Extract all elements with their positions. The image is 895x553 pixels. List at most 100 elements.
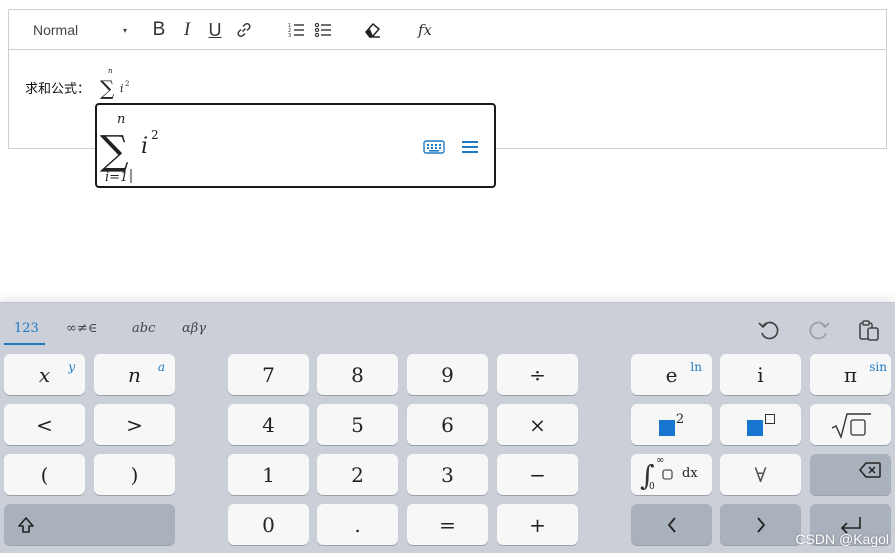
key-power[interactable] — [720, 404, 801, 445]
key-8-label: 8 — [351, 362, 364, 387]
key-forall-label: ∀ — [754, 462, 767, 487]
key-backspace[interactable] — [810, 454, 891, 495]
key-divide-label: ÷ — [529, 362, 546, 387]
sqrt-icon — [831, 412, 871, 439]
sum-lower-limit: i=1 — [105, 170, 128, 185]
sum-icon: ∑ — [100, 128, 129, 174]
formula-icon: fx — [417, 21, 432, 39]
key-2-label: 2 — [351, 462, 364, 487]
undo-icon[interactable] — [757, 318, 781, 342]
key-2[interactable]: 2 — [317, 454, 398, 495]
key-5-label: 5 — [351, 412, 364, 437]
key-6[interactable]: 6 — [407, 404, 488, 445]
tab-alphabetic[interactable]: abc — [132, 321, 155, 336]
key-0-label: 0 — [262, 512, 275, 537]
key-move-right[interactable] — [720, 504, 801, 545]
key-multiply[interactable]: × — [497, 404, 578, 445]
integral-lower-label: 0 — [649, 482, 655, 492]
integral-upper-label: ∞ — [656, 455, 665, 466]
tab-greek[interactable]: αβγ — [182, 321, 206, 336]
key-greater-than-label: > — [126, 412, 143, 437]
key-9[interactable]: 9 — [407, 354, 488, 395]
key-pi[interactable]: π sin — [810, 354, 891, 395]
key-imaginary-i-label: i — [757, 362, 764, 387]
tab-numeric[interactable]: 123 — [14, 321, 39, 336]
watermark: CSDN @Kagol — [795, 531, 889, 547]
key-plus-label: + — [529, 512, 546, 537]
keyboard-tabs: 123 ∞≠∈ abc αβγ — [0, 303, 895, 349]
key-x[interactable]: x y — [4, 354, 85, 395]
key-7[interactable]: 7 — [228, 354, 309, 395]
key-5[interactable]: 5 — [317, 404, 398, 445]
key-pi-shift-label: sin — [869, 360, 887, 374]
key-shift[interactable] — [4, 504, 175, 545]
italic-icon: I — [183, 19, 191, 40]
key-1[interactable]: 1 — [228, 454, 309, 495]
key-9-label: 9 — [441, 362, 454, 387]
key-multiply-label: × — [529, 412, 546, 437]
key-4[interactable]: 4 — [228, 404, 309, 445]
virtual-keyboard-toggle-icon[interactable] — [423, 139, 445, 155]
key-integral[interactable]: ∫ ∞ 0 dx — [631, 454, 712, 495]
key-3[interactable]: 3 — [407, 454, 488, 495]
key-divide[interactable]: ÷ — [497, 354, 578, 395]
redo-icon[interactable] — [807, 318, 831, 342]
key-pi-label: π — [843, 362, 858, 387]
key-sqrt[interactable] — [810, 404, 891, 445]
clipboard-icon[interactable] — [857, 318, 881, 342]
tab-symbols[interactable]: ∞≠∈ — [66, 321, 97, 336]
underline-icon: U — [208, 19, 222, 40]
link-icon — [237, 22, 251, 38]
key-equals-label: = — [439, 512, 456, 537]
key-x-shift-label: y — [68, 360, 75, 374]
key-equals[interactable]: = — [407, 504, 488, 545]
key-minus-label: − — [529, 462, 546, 487]
key-decimal[interactable]: . — [317, 504, 398, 545]
bullet-list-button[interactable] — [312, 19, 334, 41]
inline-sum-exp: 2 — [125, 80, 129, 88]
key-plus[interactable]: + — [497, 504, 578, 545]
arrow-left-icon — [667, 516, 676, 533]
exponent-box-icon — [764, 413, 775, 424]
italic-button[interactable]: I — [177, 19, 197, 41]
key-forall[interactable]: ∀ — [720, 454, 801, 495]
key-left-paren[interactable]: ( — [4, 454, 85, 495]
arrow-right-icon — [756, 516, 765, 533]
key-right-paren[interactable]: ) — [94, 454, 175, 495]
editor-toolbar: Normal ▾ B I U 1 2 3 fx — [9, 10, 886, 50]
placeholder-box-icon — [746, 419, 763, 436]
key-1-label: 1 — [262, 462, 275, 487]
backspace-icon — [859, 462, 881, 478]
key-square-exponent: 2 — [675, 412, 685, 427]
inline-sum-formula: n ∑ i 2 — [100, 67, 129, 100]
math-field[interactable]: n ∑ i 2 i=1 — [95, 103, 496, 188]
key-move-left[interactable] — [631, 504, 712, 545]
formula-button[interactable]: fx — [413, 19, 437, 41]
key-less-than[interactable]: < — [4, 404, 85, 445]
ordered-list-icon: 1 2 3 — [288, 23, 304, 39]
math-field-formula: n ∑ i 2 i=1 — [100, 112, 159, 185]
format-select-value: Normal — [33, 22, 79, 38]
bold-button[interactable]: B — [149, 19, 169, 41]
key-0[interactable]: 0 — [228, 504, 309, 545]
bold-icon: B — [152, 19, 166, 40]
underline-button[interactable]: U — [205, 19, 225, 41]
key-n[interactable]: n a — [94, 354, 175, 395]
key-imaginary-i[interactable]: i — [720, 354, 801, 395]
key-8[interactable]: 8 — [317, 354, 398, 395]
key-greater-than[interactable]: > — [94, 404, 175, 445]
clear-format-button[interactable] — [361, 19, 385, 41]
ordered-list-button[interactable]: 1 2 3 — [285, 19, 307, 41]
key-3-label: 3 — [441, 462, 454, 487]
menu-icon[interactable] — [461, 139, 479, 155]
key-decimal-label: . — [354, 512, 361, 537]
key-minus[interactable]: − — [497, 454, 578, 495]
placeholder-box-icon — [658, 419, 675, 436]
key-left-paren-label: ( — [40, 462, 49, 487]
format-select[interactable]: Normal ▾ — [23, 19, 127, 41]
key-square[interactable]: 2 — [631, 404, 712, 445]
link-button[interactable] — [233, 19, 255, 41]
key-e[interactable]: e ln — [631, 354, 712, 395]
inline-sum-term: i — [120, 82, 124, 95]
key-right-paren-label: ) — [130, 462, 139, 487]
